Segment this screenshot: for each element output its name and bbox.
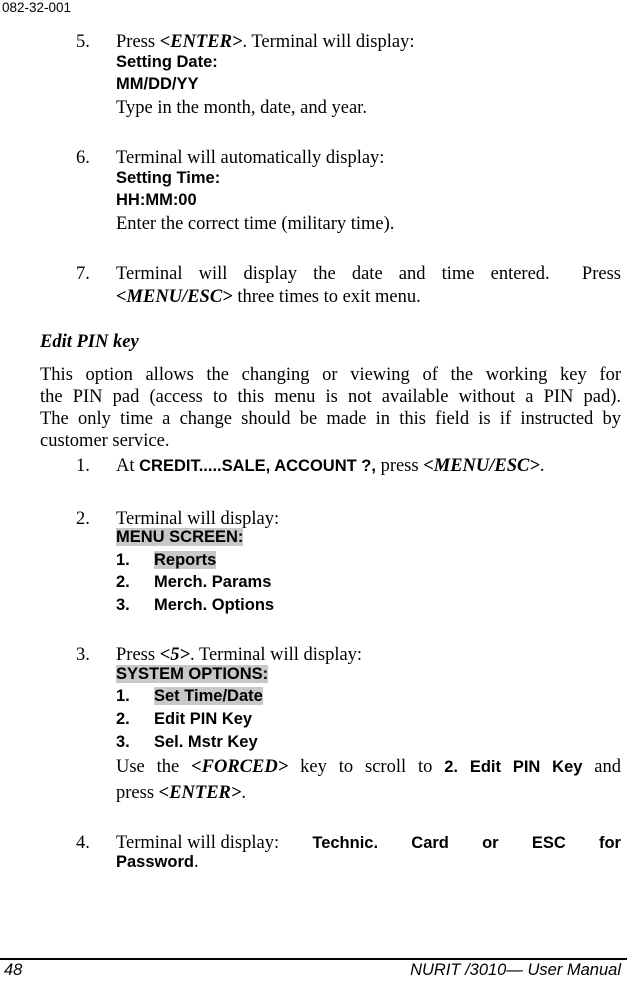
step-text-pre: At [116,456,140,476]
paragraph-line: This option allows the changing or viewi… [40,365,621,385]
step-number: 2. [76,509,90,529]
terminal-display-line: MM/DD/YY [116,75,199,93]
terminal-display-word: for [598,834,621,852]
key-name: <MENU/ESC> [116,287,233,307]
paragraph-line: the PIN pad (access to this menu is not … [40,387,621,407]
terminal-display-line: HH:MM:00 [116,191,197,209]
menu-item-label: Merch. Options [154,596,275,614]
terminal-display-line: Setting Time: [116,169,221,187]
terminal-display-word: Card [411,834,449,852]
paragraph-line: The only time a change should be made in… [40,409,621,429]
step-text-mid: key to scroll to [288,757,445,777]
page-number: 48 [4,961,23,979]
terminal-display-word: Technic. [312,834,379,852]
terminal-display-word: or [482,834,499,852]
footer-divider [0,958,627,960]
key-name: <5> [159,645,191,665]
terminal-display-word: ESC [531,834,566,852]
menu-item: 1. Set Time/Date [116,687,263,706]
menu-item: 1. Reports [116,551,217,570]
step-text: Press <ENTER>. Terminal will display: [116,32,415,53]
step-text: Terminal will display: [116,509,280,529]
key-name: <FORCED> [191,757,289,777]
menu-item: 2. Merch. Params [116,573,271,592]
step-text: Terminal will automatically display: [116,148,385,168]
step-text-post: . Terminal will display: [242,32,415,52]
step-text-pre: Press [116,32,160,52]
step-text-mid: press [375,456,424,476]
step-number: 1. [76,456,90,476]
terminal-display-line: Setting Date: [116,53,218,71]
section-heading: Edit PIN key [40,332,139,352]
step-text-pre: Use the [116,757,192,777]
step-number: 7. [76,264,90,284]
menu-item: 3. Merch. Options [116,596,274,615]
step-instruction: Type in the month, date, and year. [116,98,367,118]
step-text-post: . [539,456,545,476]
menu-item-number: 3. [116,733,130,751]
step-text: Press <5>. Terminal will display: [116,645,362,666]
step-number: 5. [76,32,90,52]
step-text-post: . [241,783,247,803]
step-text-post: . Terminal will display: [190,645,363,665]
menu-item-label: Sel. Mstr Key [154,733,258,751]
menu-item-label: Merch. Params [154,573,272,591]
menu-item-number: 2. [116,573,130,591]
paragraph-line: customer service. [40,431,170,451]
menu-item-label: Reports [154,551,217,569]
menu-item-number: 3. [116,596,130,614]
menu-item: 3. Sel. Mstr Key [116,733,258,752]
step-number: 6. [76,148,90,168]
step-text: Terminal will display: Technic. Card or … [116,833,621,854]
menu-item-number: 1. [116,551,130,569]
step-instruction: press <ENTER>. [116,783,246,804]
key-name: <MENU/ESC> [423,456,540,476]
step-number: 3. [76,645,90,665]
menu-title: SYSTEM OPTIONS: [116,665,269,683]
step-number: 4. [76,833,90,853]
step-text-pre: Press [116,645,160,665]
menu-target: 2. Edit PIN Key [444,758,583,776]
step-instruction: Use the <FORCED> key to scroll to 2. Edi… [116,757,621,778]
menu-item-number: 1. [116,687,130,705]
terminal-display-text: Password [116,853,194,871]
menu-title: MENU SCREEN: [116,528,244,546]
step-text: Terminal will display the date and time … [116,264,621,284]
step-text-pre: Terminal will display: [116,833,280,853]
step-text-post: and [582,757,622,777]
key-name: <ENTER> [159,32,243,52]
step-text: <MENU/ESC> three times to exit menu. [116,287,421,308]
step-text-post: three times to exit menu. [232,287,421,307]
step-text: At CREDIT.....SALE, ACCOUNT ?, press <ME… [116,456,545,477]
manual-title: NURIT /3010— User Manual [410,961,621,979]
document-id: 082-32-001 [2,0,72,15]
menu-item-label: Set Time/Date [154,687,263,705]
step-text: Password. [116,852,199,873]
key-name: <ENTER> [158,783,242,803]
menu-item-label: Edit PIN Key [154,710,253,728]
menu-screen: SYSTEM OPTIONS: [116,665,269,684]
step-text-post: . [193,852,199,872]
menu-item: 2. Edit PIN Key [116,710,252,729]
section-paragraph: This option allows the changing or viewi… [40,364,621,452]
step-text-pre: press [116,783,159,803]
step-instruction: Enter the correct time (military time). [116,214,395,234]
menu-screen: MENU SCREEN: [116,528,244,547]
menu-item-number: 2. [116,710,130,728]
terminal-display-text: CREDIT.....SALE, ACCOUNT ?, [139,457,376,475]
